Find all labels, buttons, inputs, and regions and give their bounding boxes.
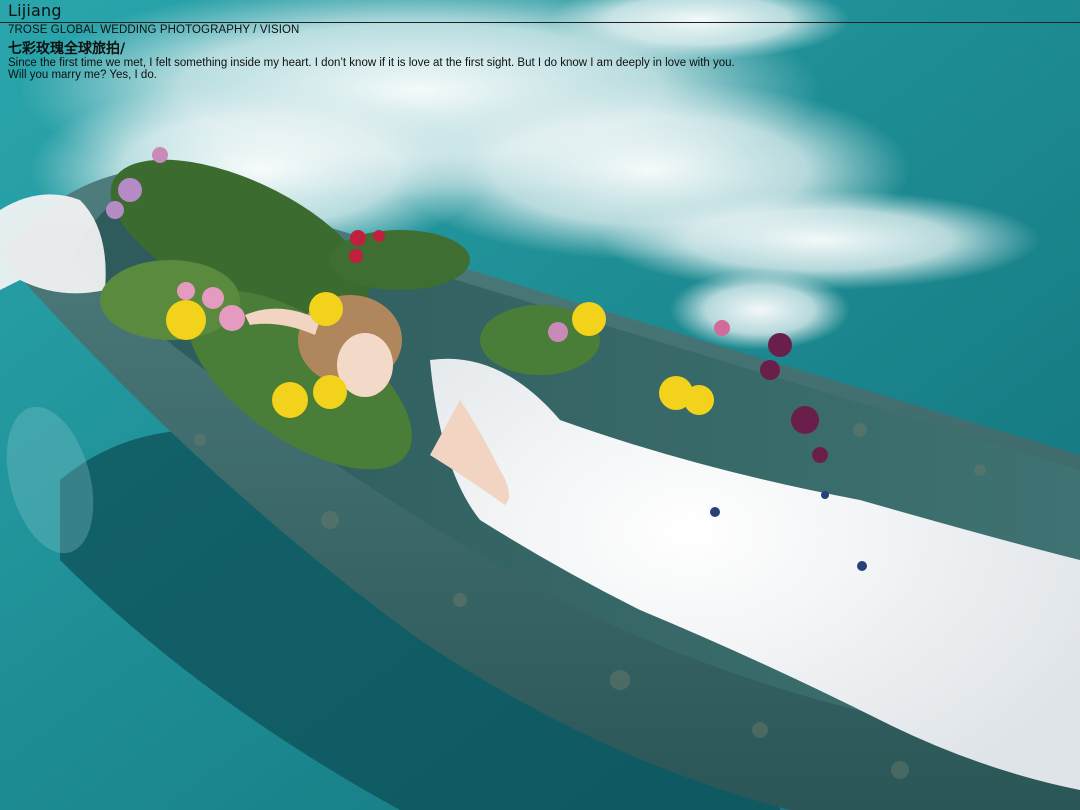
brand-line: 7ROSE GLOBAL WEDDING PHOTOGRAPHY / VISIO… xyxy=(8,24,300,36)
purple-flower xyxy=(812,447,828,463)
love-quote: Since the first time we met, I felt some… xyxy=(8,57,735,81)
yellow-flower xyxy=(166,300,206,340)
caption-overlay: Lijiang 7ROSE GLOBAL WEDDING PHOTOGRAPHY… xyxy=(0,0,1080,90)
yellow-flower xyxy=(272,382,308,418)
location-title: Lijiang xyxy=(8,1,62,20)
yellow-flower xyxy=(309,292,343,326)
chinese-title: 七彩玫瑰全球旅拍/ xyxy=(8,41,126,57)
quote-line-2: Will you marry me? Yes, I do. xyxy=(8,69,157,81)
wedding-photo xyxy=(0,0,1080,810)
pink-flower xyxy=(219,305,245,331)
purple-flower xyxy=(768,333,792,357)
pink-flower xyxy=(714,320,730,336)
header-rule xyxy=(0,0,1080,23)
yellow-flower xyxy=(313,375,347,409)
yellow-flower xyxy=(572,302,606,336)
pink-flower xyxy=(202,287,224,309)
red-flower xyxy=(350,230,366,246)
quote-line-1: Since the first time we met, I felt some… xyxy=(8,57,735,69)
pink-flower xyxy=(548,322,568,342)
purple-flower xyxy=(118,178,142,202)
red-flower xyxy=(373,230,385,242)
pink-flower xyxy=(177,282,195,300)
purple-flower xyxy=(791,406,819,434)
purple-flower xyxy=(760,360,780,380)
pink-flower xyxy=(152,147,168,163)
red-flower xyxy=(349,249,363,263)
yellow-flower xyxy=(684,385,714,415)
purple-flower xyxy=(106,201,124,219)
